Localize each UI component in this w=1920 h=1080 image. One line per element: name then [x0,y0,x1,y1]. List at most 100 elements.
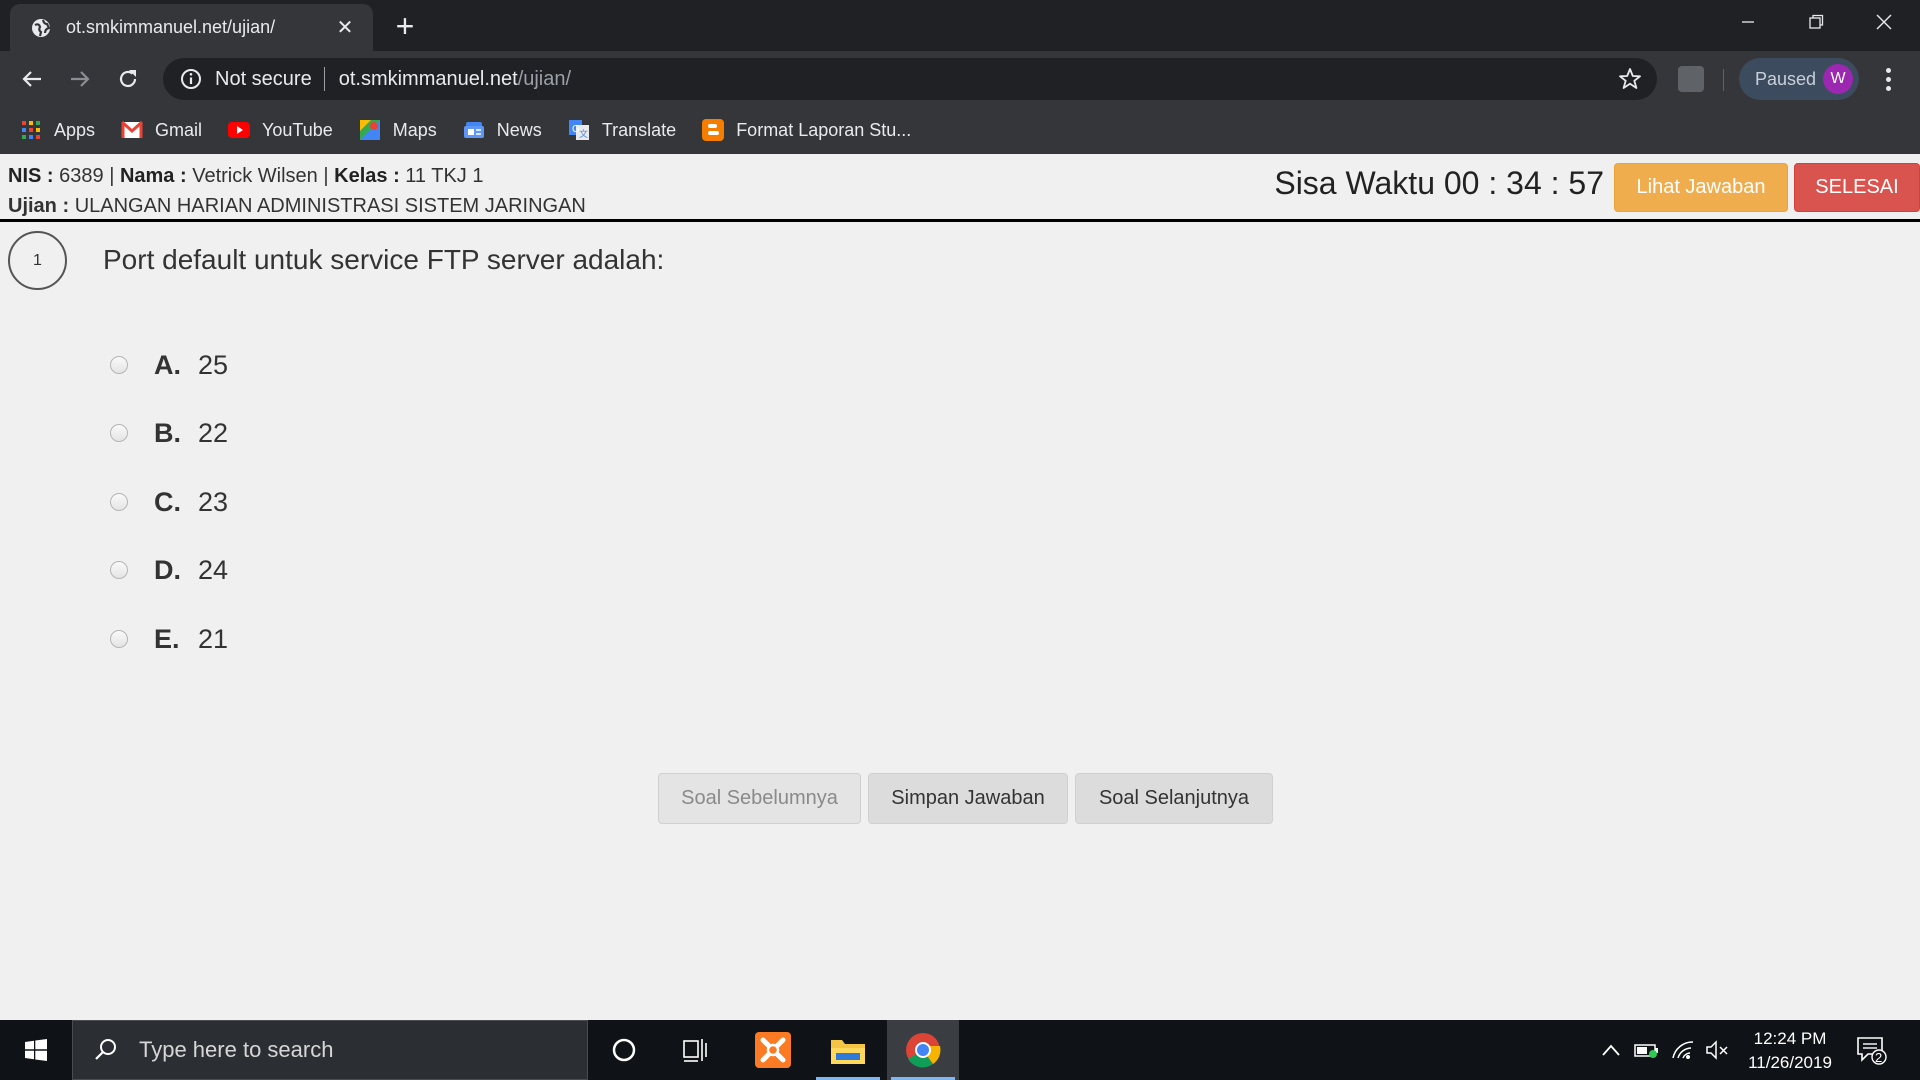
option-radio[interactable] [110,356,128,374]
option-a[interactable]: A. 25 [110,345,228,385]
question-number: 1 [8,231,67,290]
question-text: Port default untuk service FTP server ad… [103,244,665,275]
taskbar-search-box[interactable]: Type here to search [72,1020,588,1080]
kelas-label: Kelas : [334,165,400,187]
bookmark-maps[interactable]: Maps [359,119,437,141]
selesai-button[interactable]: SELESAI [1794,163,1920,212]
tray-chevron[interactable] [1596,1020,1626,1080]
restore-icon [1809,14,1824,29]
taskbar-xampp[interactable] [737,1020,809,1080]
chevron-up-icon [1602,1044,1620,1056]
taskbar-chrome[interactable] [887,1020,959,1080]
bookmark-label: YouTube [262,119,333,140]
bookmark-label: News [496,119,542,140]
exam-page: NIS : 6389 | Nama : Vetrick Wilsen | Kel… [0,154,1920,1020]
tab-title: ot.smkimmanuel.net/ujian/ [66,17,276,37]
option-radio[interactable] [110,630,128,648]
action-center-button[interactable]: 2 [1852,1020,1892,1080]
separator: | [109,165,115,187]
close-window-button[interactable] [1850,0,1918,44]
menu-kebab-icon[interactable] [1876,65,1900,93]
bookmark-gmail[interactable]: Gmail [121,119,202,141]
reload-button[interactable] [110,62,146,96]
blogger-icon [702,119,725,141]
cortana-button[interactable] [588,1020,660,1080]
tab-close-icon[interactable]: ✕ [333,15,357,40]
chrome-icon [906,1033,941,1068]
gmail-icon [121,119,144,141]
bookmark-label: Maps [392,119,437,140]
volume-muted-icon [1706,1040,1728,1060]
start-button[interactable] [0,1020,72,1080]
url-path: /ujian/ [517,67,572,90]
ujian-value: ULANGAN HARIAN ADMINISTRASI SISTEM JARIN… [74,195,586,217]
kelas-value: 11 TKJ 1 [405,165,484,187]
task-view-icon [683,1039,707,1062]
option-radio[interactable] [110,561,128,579]
option-letter: D. [154,554,181,585]
ujian-label: Ujian : [8,195,70,217]
xampp-icon [755,1032,791,1068]
question-navigation: Soal Sebelumnya Simpan Jawaban Soal Sela… [658,773,1273,824]
option-letter: A. [154,349,181,380]
bookmark-translate[interactable]: G文 Translate [568,119,676,141]
option-radio[interactable] [110,493,128,511]
folder-icon [831,1040,865,1064]
option-b[interactable]: B. 22 [110,413,228,453]
windows-logo-icon [25,1039,47,1061]
back-button[interactable] [14,62,50,96]
globe-icon [30,17,52,39]
exam-header: NIS : 6389 | Nama : Vetrick Wilsen | Kel… [0,154,1920,222]
option-value: 24 [198,554,229,585]
option-letter: E. [154,623,180,654]
forward-arrow-icon [71,71,90,87]
search-placeholder: Type here to search [139,1037,334,1062]
lihat-jawaban-button[interactable]: Lihat Jawaban [1614,163,1788,212]
maps-icon [359,119,381,141]
nama-label: Nama : [119,165,187,187]
minimize-button[interactable] [1714,0,1782,44]
nis-label: NIS : [8,165,54,187]
option-c[interactable]: C. 23 [110,482,228,522]
bookmark-news[interactable]: News [463,119,542,141]
info-icon[interactable] [179,67,203,91]
nis-value: 6389 [59,165,104,187]
taskbar-file-explorer[interactable] [812,1020,884,1080]
save-answer-button[interactable]: Simpan Jawaban [868,773,1068,824]
profile-button[interactable]: Paused W [1739,58,1859,100]
bookmark-apps[interactable]: Apps [20,119,95,141]
tray-battery[interactable] [1632,1020,1662,1080]
close-icon [1876,14,1892,30]
option-value: 22 [198,417,229,448]
option-letter: B. [154,417,181,448]
browser-tab[interactable]: ot.smkimmanuel.net/ujian/ ✕ [10,4,373,51]
new-tab-button[interactable]: + [390,6,420,46]
system-clock[interactable]: 12:24 PM 11/26/2019 [1735,1027,1845,1075]
option-radio[interactable] [110,424,128,442]
option-value: 23 [198,486,229,517]
extension-icon[interactable] [1678,66,1704,92]
bookmark-star-icon[interactable] [1617,66,1643,92]
bookmark-format-laporan[interactable]: Format Laporan Stu... [702,119,911,141]
separator: | [323,165,329,187]
option-d[interactable]: D. 24 [110,550,228,590]
exam-info: Ujian : ULANGAN HARIAN ADMINISTRASI SIST… [8,195,586,218]
youtube-icon [228,119,251,141]
task-view-button[interactable] [660,1020,732,1080]
restore-button[interactable] [1782,0,1850,44]
forward-button[interactable] [62,62,98,96]
bookmark-youtube[interactable]: YouTube [228,119,333,141]
tray-wifi[interactable] [1668,1020,1698,1080]
tray-volume[interactable] [1702,1020,1732,1080]
reload-icon [119,70,137,88]
news-icon [463,119,485,141]
next-question-button[interactable]: Soal Selanjutnya [1075,773,1273,824]
back-arrow-icon [22,71,41,87]
prev-question-button[interactable]: Soal Sebelumnya [658,773,861,824]
address-bar[interactable]: Not secure ot.smkimmanuel.net/ujian/ [163,58,1657,100]
option-value: 21 [198,623,229,654]
option-e[interactable]: E. 21 [110,619,228,659]
browser-toolbar: Not secure ot.smkimmanuel.net/ujian/ Pau… [0,51,1920,106]
wifi-icon [1672,1041,1694,1059]
notification-icon [1857,1037,1887,1065]
